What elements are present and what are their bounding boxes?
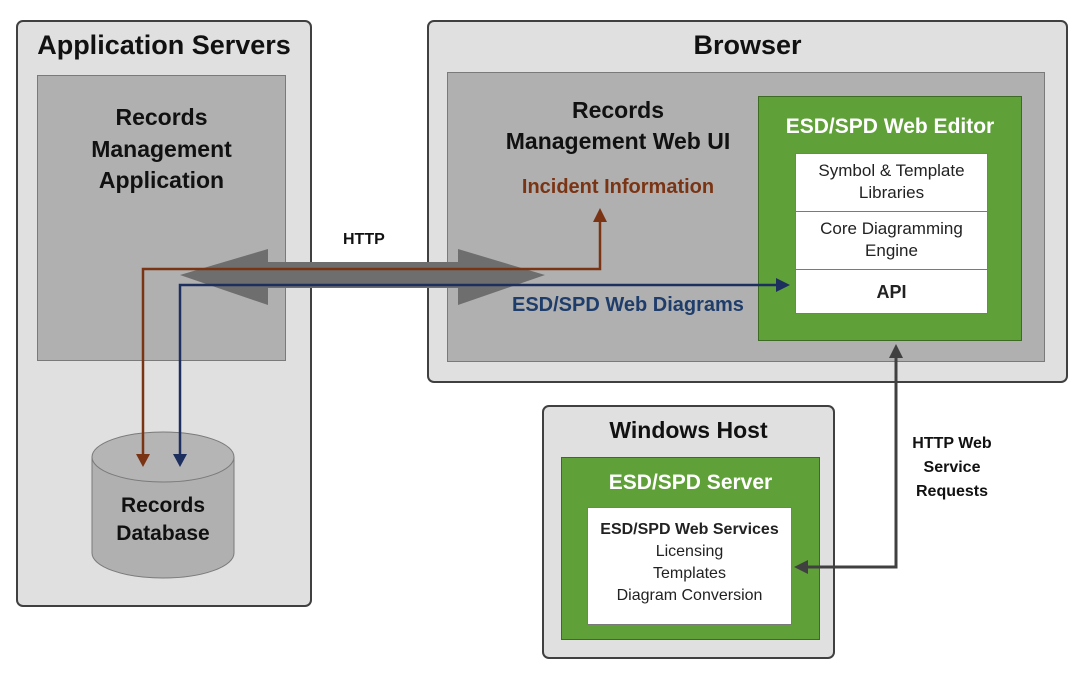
service-arrowhead-left xyxy=(794,560,808,574)
connectors xyxy=(136,208,903,574)
diagram-arrowhead-down xyxy=(173,454,187,467)
incident-arrowhead-down xyxy=(136,454,150,467)
diagram-arrowhead-right xyxy=(776,278,790,292)
service-arrowhead-up xyxy=(889,344,903,358)
diagram-flow-line xyxy=(178,283,776,455)
service-flow-line xyxy=(808,358,898,569)
incident-arrowhead-up xyxy=(593,208,607,222)
http-double-arrow xyxy=(180,249,545,305)
incident-flow-line xyxy=(141,222,602,455)
